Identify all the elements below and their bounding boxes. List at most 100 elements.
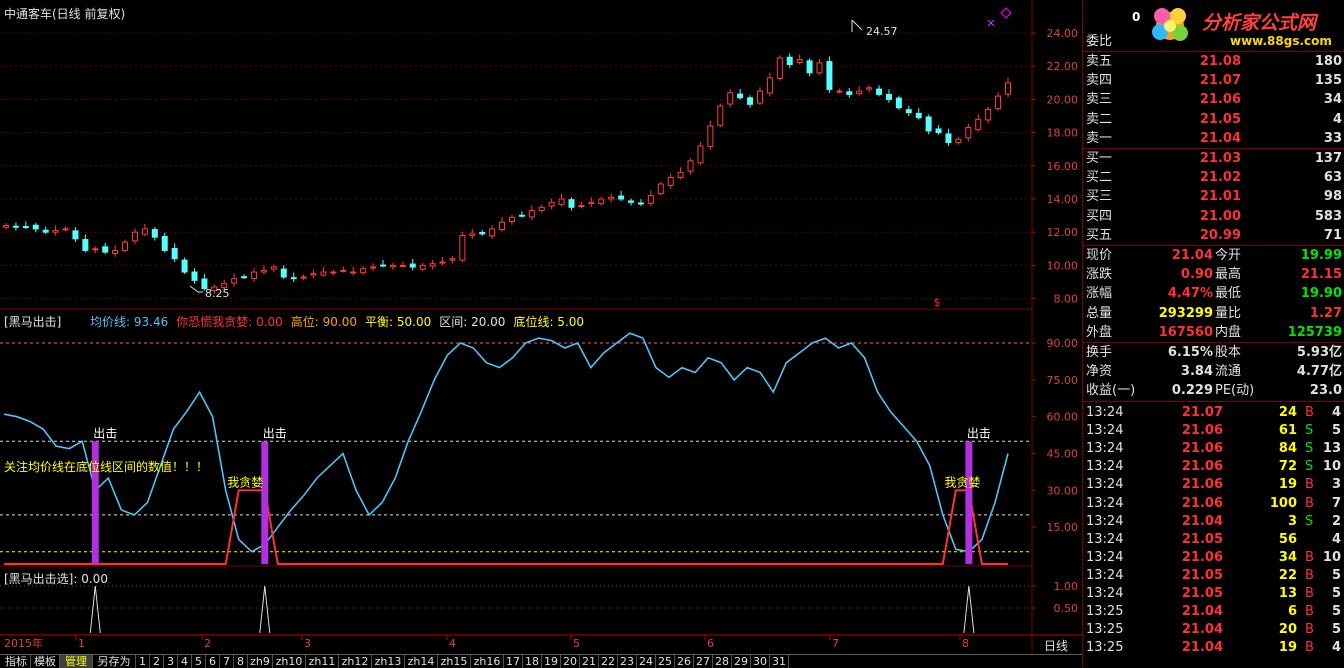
candle-body [747, 97, 754, 105]
toolbar-tab[interactable]: 28 [713, 655, 732, 668]
stat-row[interactable]: 总量 293299 量比 1.27 [1083, 304, 1344, 323]
stat-label: 流通 [1215, 364, 1242, 380]
trade-row[interactable]: 13:24 21.06 61 S 5 [1083, 421, 1344, 440]
trade-row[interactable]: 13:24 21.04 3 S 2 [1083, 512, 1344, 531]
toolbar-tab[interactable]: 3 [164, 655, 178, 668]
trade-row[interactable]: 13:24 21.07 24 B 4 [1083, 403, 1344, 422]
candle-body [320, 271, 327, 276]
toolbar-tab[interactable]: zh11 [306, 655, 339, 668]
toolbar-tab[interactable]: 21 [580, 655, 599, 668]
toolbar-tab[interactable]: 31 [770, 655, 789, 668]
trade-row[interactable]: 13:24 21.06 72 S 10 [1083, 457, 1344, 476]
price-tick-label: 24.00 [1047, 27, 1079, 40]
toolbar-tab[interactable]: 22 [599, 655, 618, 668]
toolbar-tab[interactable]: 25 [656, 655, 675, 668]
toolbar-tab[interactable]: 20 [561, 655, 580, 668]
toolbar-tab[interactable]: 17 [504, 655, 523, 668]
peak-marker [851, 19, 863, 32]
buy-order-row[interactable]: 买五 20.99 71 [1083, 226, 1344, 245]
indicator2-name[interactable]: [黑马出击选]: 0.00 [4, 570, 108, 587]
trade-row[interactable]: 13:24 21.05 13 B 5 [1083, 584, 1344, 603]
trade-row[interactable]: 13:24 21.06 100 B 7 [1083, 494, 1344, 513]
trade-count: 10 [1322, 549, 1341, 565]
candle-body [270, 266, 277, 270]
toolbar-tab[interactable]: 23 [618, 655, 637, 668]
trade-row[interactable]: 13:24 21.05 22 B 5 [1083, 566, 1344, 585]
buy-order-row[interactable]: 买三 21.01 98 [1083, 187, 1344, 206]
indicator-tick-label: 30.00 [1047, 484, 1079, 497]
toolbar-tab[interactable]: 29 [732, 655, 751, 668]
candle-body [122, 241, 129, 251]
toolbar-tab[interactable]: 指标 [2, 655, 31, 668]
toolbar-tab[interactable]: 18 [523, 655, 542, 668]
trade-row[interactable]: 13:24 21.06 34 B 10 [1083, 548, 1344, 567]
toolbar-tab[interactable]: zh15 [438, 655, 471, 668]
trade-row[interactable]: 13:24 21.06 19 B 3 [1083, 475, 1344, 494]
stat-value: 167560 [1158, 324, 1213, 340]
stat-row[interactable]: 换手 6.15% 股本 5.93亿 [1083, 343, 1344, 362]
candle-body [657, 183, 664, 195]
order-price: 21.05 [1199, 111, 1241, 127]
trade-row[interactable]: 13:25 21.04 20 B 5 [1083, 620, 1344, 639]
toolbar-tab[interactable]: 2 [150, 655, 164, 668]
toolbar-tab[interactable]: zh12 [339, 655, 372, 668]
toolbar-tab[interactable]: 6 [206, 655, 220, 668]
trade-volume: 6 [1287, 604, 1297, 620]
toolbar-tab[interactable]: 24 [637, 655, 656, 668]
candle-body [667, 176, 674, 186]
stat-row[interactable]: 涨跌 0.90 最高 21.15 [1083, 265, 1344, 284]
candle-body [469, 233, 476, 237]
indicator-param: 区间: 20.00 [439, 315, 506, 329]
sell-order-row[interactable]: 卖一 21.04 33 [1083, 129, 1344, 148]
month-label: 2 [204, 637, 211, 650]
toolbar-tab[interactable]: zh10 [273, 655, 306, 668]
toolbar-tab[interactable]: 7 [220, 655, 234, 668]
buy-order-row[interactable]: 买二 21.02 63 [1083, 168, 1344, 187]
toolbar-tab[interactable]: 模板 [31, 655, 60, 668]
toolbar-tab[interactable]: zh14 [405, 655, 438, 668]
toolbar-tab[interactable]: 1 [136, 655, 150, 668]
toolbar-tab[interactable]: 30 [751, 655, 770, 668]
sell-order-row[interactable]: 卖三 21.06 34 [1083, 90, 1344, 109]
toolbar-tab[interactable]: 26 [675, 655, 694, 668]
toolbar-tab[interactable]: 8 [234, 655, 248, 668]
trade-count: 5 [1331, 567, 1341, 583]
trade-volume: 34 [1278, 549, 1297, 565]
sell-order-row[interactable]: 卖四 21.07 135 [1083, 71, 1344, 90]
stat-row[interactable]: 净资 3.84 流通 4.77亿 [1083, 362, 1344, 381]
order-volume: 71 [1323, 227, 1342, 243]
toolbar-tab[interactable]: zh13 [372, 655, 405, 668]
trade-row[interactable]: 13:25 21.04 6 B 5 [1083, 602, 1344, 621]
toolbar-tab[interactable]: 19 [542, 655, 561, 668]
order-level-label: 买二 [1086, 170, 1113, 186]
stat-row[interactable]: 涨幅 4.47% 最低 19.90 [1083, 284, 1344, 303]
trade-row[interactable]: 13:24 21.05 56 4 [1083, 530, 1344, 549]
toolbar-tab[interactable]: zh9 [248, 655, 273, 668]
stat-label: 量比 [1215, 305, 1242, 321]
stat-value: 1.27 [1309, 305, 1342, 321]
stat-row[interactable]: 现价 21.04 今开 19.99 [1083, 246, 1344, 265]
period-label[interactable]: 日线 [1044, 637, 1068, 654]
sell-order-row[interactable]: 卖二 21.05 4 [1083, 110, 1344, 129]
candle-body [796, 59, 803, 64]
toolbar-tab[interactable]: 4 [178, 655, 192, 668]
toolbar-tab[interactable]: 27 [694, 655, 713, 668]
indicator1-name[interactable]: [黑马出击] [4, 313, 61, 330]
stat-row[interactable]: 外盘 167560 内盘 125739 [1083, 323, 1344, 342]
toolbar-tab[interactable]: 5 [192, 655, 206, 668]
logo-url[interactable]: www.88gs.com [1230, 34, 1332, 48]
trade-side: B [1305, 549, 1314, 565]
trade-row[interactable]: 13:25 21.04 19 B 4 [1083, 638, 1344, 657]
sell-order-row[interactable]: 卖五 21.08 180 [1083, 52, 1344, 71]
toolbar-tab[interactable]: zh16 [471, 655, 504, 668]
trade-count: 3 [1331, 477, 1341, 493]
stat-value: 6.15% [1167, 345, 1213, 360]
toolbar-tab[interactable]: 管理 [60, 655, 93, 668]
candle-body [866, 87, 873, 90]
buy-order-row[interactable]: 买四 21.00 583 [1083, 207, 1344, 226]
chart-area[interactable]: 24.00 22.00 20.00 18.00 16.00 14.00 12.00 10.00… [0, 0, 1082, 654]
trade-row[interactable]: 13:24 21.06 84 S 13 [1083, 439, 1344, 458]
buy-order-row[interactable]: 买一 21.03 137 [1083, 149, 1344, 168]
stat-row[interactable]: 收益(一) 0.229 PE(动) 23.0 [1083, 381, 1344, 400]
toolbar-tab[interactable]: 另存为 [93, 655, 136, 668]
